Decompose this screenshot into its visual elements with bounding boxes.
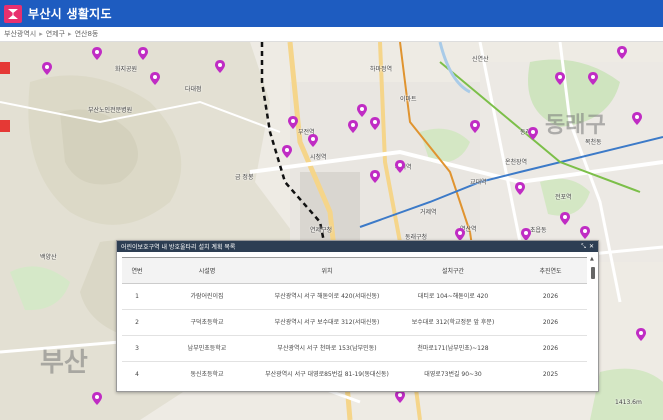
app-header: 부산시 생활지도 [0, 0, 663, 27]
cell-year: 2026 [514, 335, 587, 362]
map-pin-icon[interactable] [282, 145, 292, 158]
map-pin-icon[interactable] [138, 47, 148, 60]
map-pin-icon[interactable] [470, 120, 480, 133]
scroll-thumb[interactable] [590, 267, 595, 279]
cell-location: 부산광역시 서구 천마로 153(남부민동) [262, 335, 392, 362]
cell-no: 1 [122, 283, 152, 310]
place-label[interactable]: 온천장역 [505, 157, 527, 166]
cell-name: 구덕초등학교 [152, 309, 262, 336]
facility-table-container[interactable]: 연번 시설명 위치 설치구간 추진연도 1 가람어린이집 부산광역시 서구 해돋… [122, 257, 587, 387]
map-pin-icon[interactable] [150, 72, 160, 85]
cell-name: 가람어린이집 [152, 283, 262, 310]
breadcrumb-item-dong[interactable]: 연산8동 [75, 29, 99, 39]
map-pin-icon[interactable] [632, 112, 642, 125]
place-label[interactable]: 복천동 [585, 137, 602, 146]
place-label[interactable]: 전포역 [555, 192, 572, 201]
table-row[interactable]: 4 동신초등학교 부산광역시 서구 대영로85번길 81-19(동대신동) 대영… [122, 361, 587, 387]
map-pin-icon[interactable] [92, 47, 102, 60]
facility-list-panel: 어린이보호구역 내 방호울타리 설치 계획 목록 ⤡ ✕ 연번 시설명 위치 설… [116, 240, 599, 392]
map-pin-icon[interactable] [92, 392, 102, 405]
table-header-row: 연번 시설명 위치 설치구간 추진연도 [122, 257, 587, 284]
cell-name: 동신초등학교 [152, 361, 262, 387]
cell-location: 부산광역시 서구 해돋이로 420(서대신동) [262, 283, 392, 310]
place-label[interactable]: 교대역 [470, 177, 487, 186]
cell-year: 2026 [514, 283, 587, 310]
map-pin-icon[interactable] [370, 117, 380, 130]
place-label[interactable]: 백양산 [40, 252, 57, 261]
panel-header: 어린이보호구역 내 방호울타리 설치 계획 목록 ⤡ ✕ [117, 241, 598, 252]
map-pin-icon[interactable] [348, 120, 358, 133]
panel-scrollbar[interactable]: ▲ [590, 257, 595, 385]
map-pin-icon[interactable] [215, 60, 225, 73]
place-label[interactable]: 시청역 [310, 152, 327, 161]
place-label[interactable]: 금 정봉 [235, 172, 253, 181]
map-pin-icon[interactable] [357, 104, 367, 117]
cell-no: 2 [122, 309, 152, 336]
map-pin-icon[interactable] [588, 72, 598, 85]
app-title: 부산시 생활지도 [28, 7, 112, 21]
breadcrumb-item-city[interactable]: 부산광역시 [4, 29, 36, 39]
place-label[interactable]: 화지공원 [115, 64, 137, 73]
district-label: 동래구 [545, 113, 606, 138]
map-pin-icon[interactable] [515, 182, 525, 195]
cell-section: 보수대로 312(학교정문 앞 후문) [392, 309, 514, 336]
cell-location: 부산광역시 서구 대영로85번길 81-19(동대신동) [262, 361, 392, 387]
place-label[interactable]: 하마정역 [370, 64, 392, 73]
map-pin-icon[interactable] [288, 116, 298, 129]
chevron-right-icon: ▸ [68, 30, 72, 38]
map-pin-icon[interactable] [528, 127, 538, 140]
route-distance-label: 1413.6m [615, 399, 642, 406]
cell-location: 부산광역시 서구 보수대로 312(서대신동) [262, 309, 392, 336]
map-pin-icon[interactable] [617, 46, 627, 59]
app-window: 부산시 생활지도 부산광역시 ▸ 연제구 ▸ 연산8동 부산 동래구 화지공원 … [0, 0, 663, 420]
table-row[interactable]: 2 구덕초등학교 부산광역시 서구 보수대로 312(서대신동) 보수대로 31… [122, 309, 587, 336]
place-label[interactable]: 다대점 [185, 84, 202, 93]
table-row[interactable]: 1 가람어린이집 부산광역시 서구 해돋이로 420(서대신동) 대티로 104… [122, 283, 587, 310]
place-label[interactable]: 거제역 [420, 207, 437, 216]
cell-no: 4 [122, 361, 152, 387]
breadcrumb-item-district[interactable]: 연제구 [46, 29, 65, 39]
map-pin-icon[interactable] [555, 72, 565, 85]
panel-title: 어린이보호구역 내 방호울타리 설치 계획 목록 [121, 244, 236, 251]
map-pin-icon[interactable] [636, 328, 646, 341]
app-logo-icon[interactable] [4, 4, 22, 23]
cell-section: 대티로 104~해돋이로 420 [392, 283, 514, 310]
place-label[interactable]: 연제구청 [310, 225, 332, 234]
map-pin-icon[interactable] [580, 226, 590, 239]
map-pin-icon[interactable] [308, 134, 318, 147]
column-header-section: 설치구간 [392, 257, 514, 284]
chevron-right-icon: ▸ [39, 30, 43, 38]
cell-year: 2025 [514, 361, 587, 387]
expand-icon[interactable]: ⤡ [581, 243, 586, 251]
map-pin-icon[interactable] [560, 212, 570, 225]
column-header-name: 시설명 [152, 257, 262, 284]
map-pin-icon[interactable] [395, 160, 405, 173]
breadcrumb: 부산광역시 ▸ 연제구 ▸ 연산8동 [0, 27, 663, 42]
column-header-no: 연번 [122, 257, 152, 284]
place-label[interactable]: 신연산 [472, 54, 489, 63]
column-header-year: 추진연도 [514, 257, 587, 284]
facility-table: 연번 시설명 위치 설치구간 추진연도 1 가람어린이집 부산광역시 서구 해돋… [122, 257, 587, 387]
district-label: 부산 [40, 348, 88, 378]
close-icon[interactable]: ✕ [589, 243, 594, 251]
table-row[interactable]: 3 남부민초등학교 부산광역시 서구 천마로 153(남부민동) 천마로171(… [122, 335, 587, 362]
place-label[interactable]: 초읍동 [530, 225, 547, 234]
cell-year: 2026 [514, 309, 587, 336]
scroll-up-icon[interactable]: ▲ [590, 257, 595, 262]
cell-no: 3 [122, 335, 152, 362]
place-label[interactable]: 이마트 [400, 94, 417, 103]
map-side-tab[interactable] [0, 62, 10, 74]
cell-section: 천마로171(남부민초)~128 [392, 335, 514, 362]
cell-section: 대영로73번길 90~30 [392, 361, 514, 387]
column-header-location: 위치 [262, 257, 392, 284]
place-label[interactable]: 부산노인전문병원 [88, 105, 132, 114]
map-pin-icon[interactable] [42, 62, 52, 75]
map-side-tab[interactable] [0, 120, 10, 132]
cell-name: 남부민초등학교 [152, 335, 262, 362]
map-pin-icon[interactable] [370, 170, 380, 183]
